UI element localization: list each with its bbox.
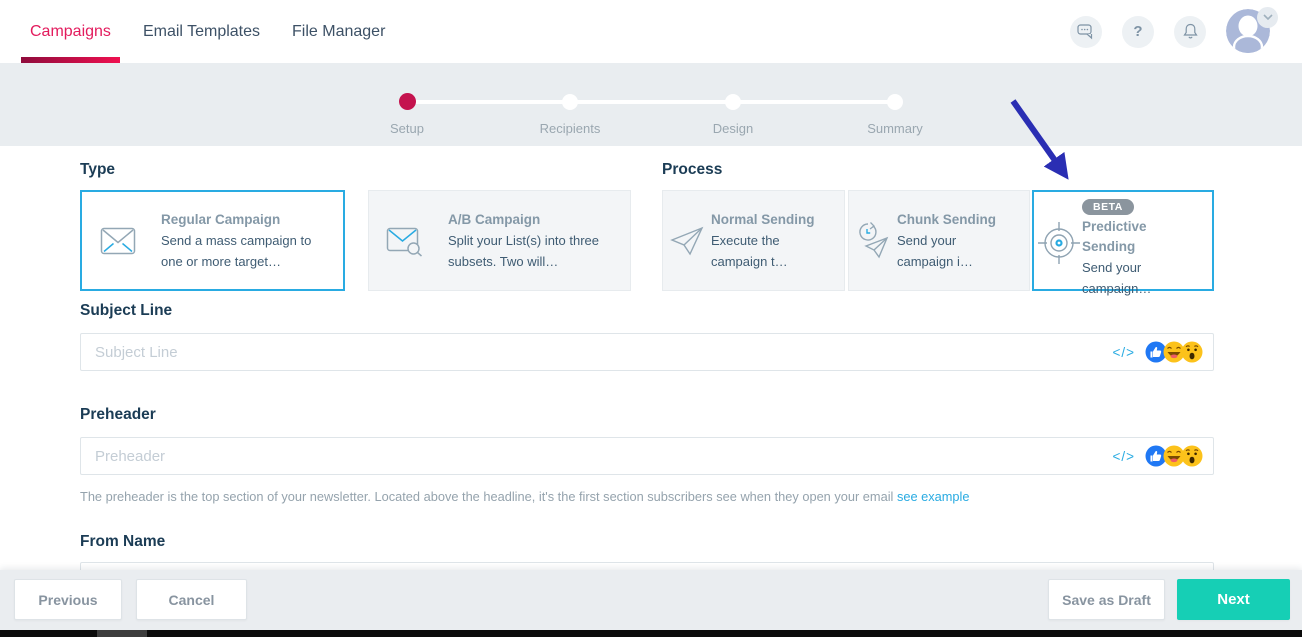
- card-normal-sending[interactable]: Normal Sending Execute the campaign t…: [662, 190, 845, 291]
- card-ab-campaign[interactable]: A/B Campaign Split your List(s) into thr…: [368, 190, 631, 291]
- header-actions: ?: [1070, 0, 1272, 63]
- beta-badge: BETA: [1082, 199, 1134, 215]
- paper-plane-clock-icon: [853, 221, 893, 261]
- card-chunk-sending[interactable]: Chunk Sending Send your campaign i…: [848, 190, 1030, 291]
- preheader-helper-text: The preheader is the top section of your…: [80, 489, 970, 504]
- code-personalization-icon[interactable]: </>: [1112, 449, 1135, 464]
- card-description: Split your List(s) into three subsets. T…: [448, 230, 620, 272]
- step-dot-summary[interactable]: [887, 94, 903, 110]
- card-regular-campaign[interactable]: Regular Campaign Send a mass campaign to…: [80, 190, 345, 291]
- subject-line-label: Subject Line: [80, 302, 172, 320]
- cancel-button[interactable]: Cancel: [136, 579, 247, 620]
- nav-file-manager[interactable]: File Manager: [292, 0, 385, 63]
- help-icon[interactable]: ?: [1122, 16, 1154, 48]
- chat-icon[interactable]: [1070, 16, 1102, 48]
- card-title: Predictive Sending: [1082, 217, 1194, 257]
- envelope-icon: [99, 227, 137, 255]
- save-as-draft-button[interactable]: Save as Draft: [1048, 579, 1165, 620]
- step-dot-recipients[interactable]: [562, 94, 578, 110]
- preheader-label: Preheader: [80, 406, 156, 424]
- campaign-setup-page: Campaigns Email Templates File Manager ?: [0, 0, 1302, 637]
- nav-campaigns[interactable]: Campaigns: [30, 0, 111, 63]
- card-title: Chunk Sending: [897, 210, 1005, 230]
- card-description: Send a mass campaign to one or more targ…: [161, 230, 331, 272]
- helper-text-body: The preheader is the top section of your…: [80, 489, 897, 504]
- step-dot-setup[interactable]: [399, 93, 416, 110]
- notifications-bell-icon[interactable]: [1174, 16, 1206, 48]
- emoji-picker-icon[interactable]: [1145, 445, 1203, 467]
- top-navbar: Campaigns Email Templates File Manager ?: [0, 0, 1302, 63]
- card-predictive-sending[interactable]: BETA Predictive Sending Send your campai…: [1032, 190, 1214, 291]
- emoji-picker-icon[interactable]: [1145, 341, 1203, 363]
- target-icon: [1036, 220, 1082, 266]
- card-description: Send your campaign i…: [897, 230, 1005, 272]
- user-avatar[interactable]: [1226, 9, 1272, 55]
- preheader-input[interactable]: [81, 438, 1213, 474]
- card-description: Send your campaign…: [1082, 257, 1194, 299]
- stepper-track: [407, 100, 895, 104]
- step-label-setup: Setup: [347, 121, 467, 136]
- taskbar-edge: [0, 630, 1302, 637]
- preheader-field: </>: [80, 437, 1214, 475]
- step-label-recipients: Recipients: [510, 121, 630, 136]
- progress-stepper: Setup Recipients Design Summary: [0, 63, 1302, 146]
- type-heading: Type: [80, 161, 115, 179]
- help-glyph: ?: [1133, 23, 1142, 40]
- card-title: A/B Campaign: [448, 210, 620, 230]
- wow-reaction-icon: [1181, 341, 1203, 363]
- see-example-link[interactable]: see example: [897, 489, 970, 504]
- code-personalization-icon[interactable]: </>: [1112, 345, 1135, 360]
- subject-line-field: </>: [80, 333, 1214, 371]
- subject-line-input[interactable]: [81, 334, 1213, 370]
- card-title: Normal Sending: [711, 210, 821, 230]
- chevron-down-icon[interactable]: [1257, 7, 1278, 28]
- process-heading: Process: [662, 161, 722, 179]
- next-button[interactable]: Next: [1177, 579, 1290, 620]
- taskbar-segment: [97, 630, 147, 637]
- step-dot-design[interactable]: [725, 94, 741, 110]
- envelope-search-icon: [386, 225, 424, 257]
- card-description: Execute the campaign t…: [711, 230, 821, 272]
- from-name-label: From Name: [80, 533, 165, 551]
- step-label-design: Design: [673, 121, 793, 136]
- paper-plane-icon: [667, 225, 707, 257]
- main-nav: Campaigns Email Templates File Manager: [30, 0, 385, 63]
- card-title: Regular Campaign: [161, 210, 331, 230]
- previous-button[interactable]: Previous: [14, 579, 122, 620]
- step-label-summary: Summary: [835, 121, 955, 136]
- wow-reaction-icon: [1181, 445, 1203, 467]
- nav-email-templates[interactable]: Email Templates: [143, 0, 260, 63]
- wizard-footer: Previous Cancel Save as Draft Next: [0, 570, 1302, 630]
